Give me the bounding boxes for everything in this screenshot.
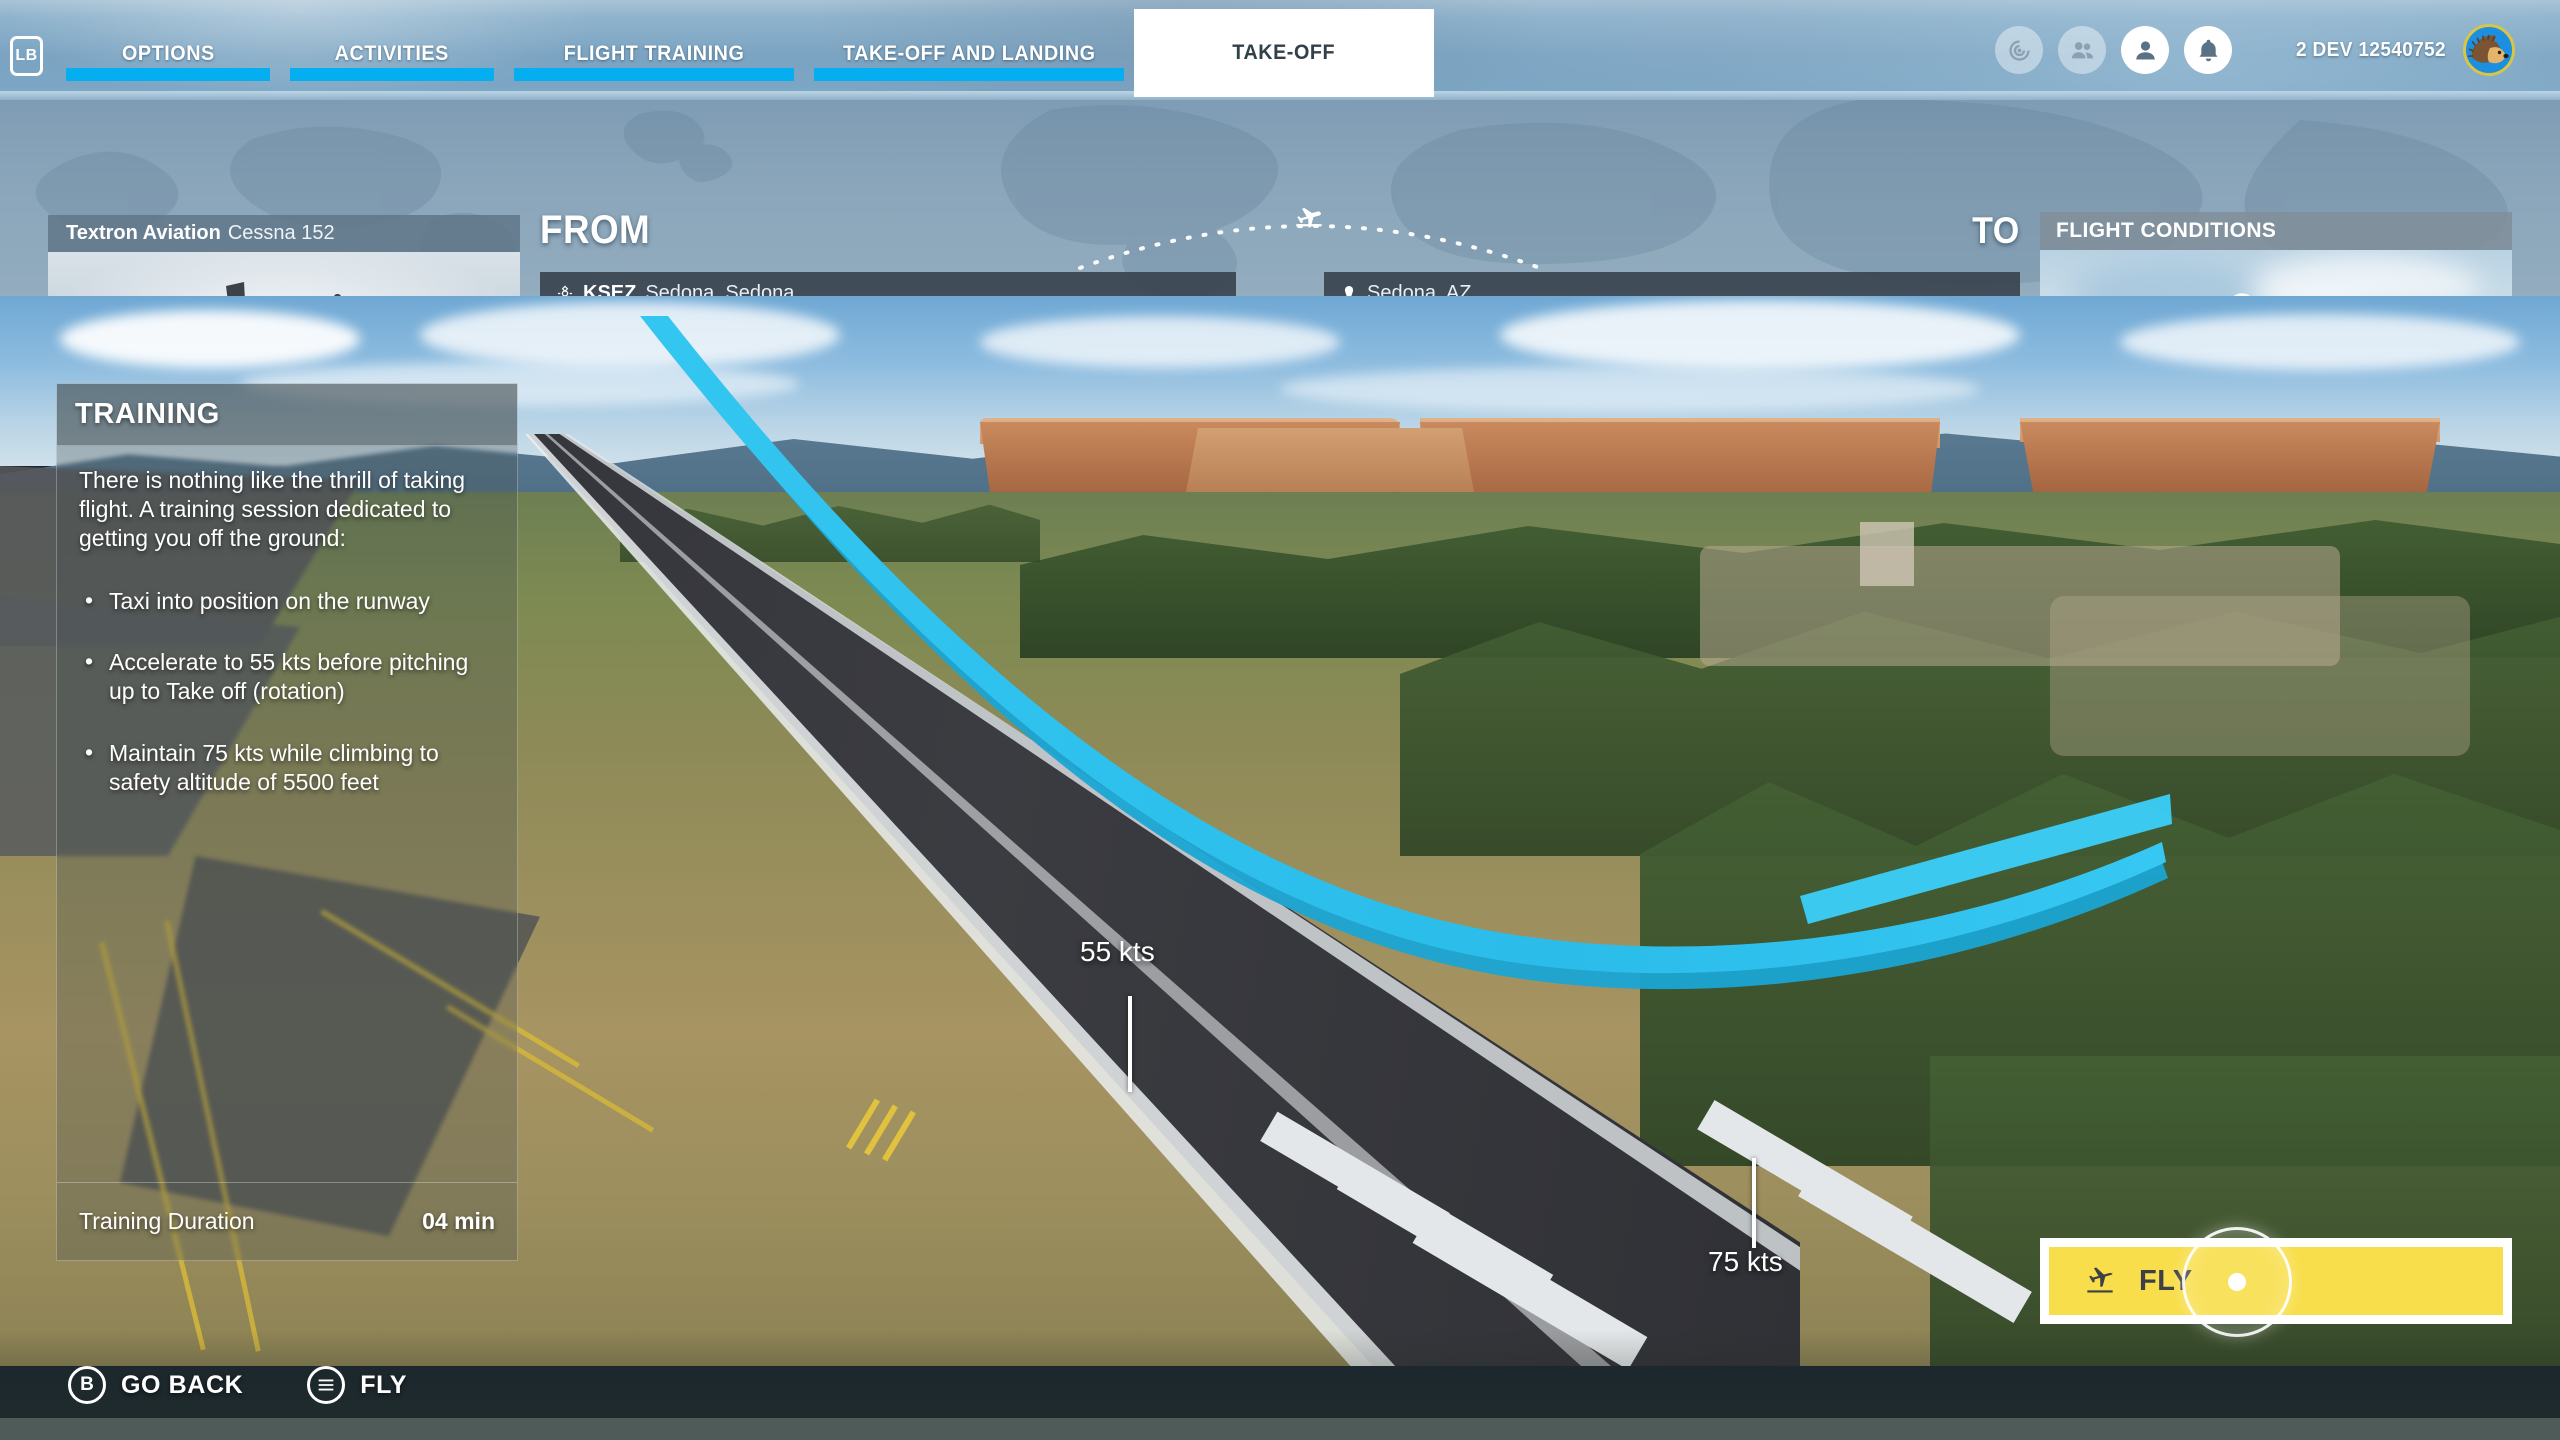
speed-marker-55: 55 kts [1080,936,1155,968]
aircraft-panel[interactable]: Textron Aviation Cessna 152 [48,215,520,296]
clouds-icon [2201,277,2351,296]
aircraft-thumbnail [48,252,520,296]
training-duration-row: Training Duration 04 min [57,1182,517,1260]
tab-activities-label: ACTIVITIES [335,42,449,66]
flight-conditions-title: FLIGHT CONDITIONS [2056,219,2276,243]
cursor-pointer [2182,1227,2292,1337]
arrival-field[interactable]: Sedona, AZ [1324,272,2020,296]
top-navigation-bar: LB OPTIONS ACTIVITIES FLIGHT TRAINING TA… [0,0,2560,100]
fly-shortcut-button[interactable]: FLY [307,1366,407,1404]
from-label: FROM [540,208,650,253]
tab-take-off-label: TAKE-OFF [1233,41,1336,65]
user-id: 2 DEV 12540752 [2296,39,2446,62]
tab-underline [290,68,494,81]
flight-conditions-preview [2040,250,2512,296]
nav-icon-group [1995,26,2232,74]
breadcrumb: OPTIONS ACTIVITIES FLIGHT TRAINING TAKE-… [56,0,1434,100]
hedgehog-avatar[interactable] [2463,24,2515,76]
flight-conditions-panel[interactable]: FLIGHT CONDITIONS [2040,212,2512,296]
speed-marker-75: 75 kts [1708,1246,1783,1278]
list-item: Taxi into position on the runway [79,587,495,616]
flight-conditions-header: FLIGHT CONDITIONS [2040,212,2512,250]
fly-shortcut-label: FLY [360,1371,407,1400]
tab-options-label: OPTIONS [122,42,215,66]
tab-options[interactable]: OPTIONS [56,0,280,100]
aircraft-model: Cessna 152 [228,222,335,245]
bottom-action-bar: B GO BACK FLY [0,1330,2560,1440]
departure-name: Sedona, Sedona [645,282,794,297]
radar-icon[interactable] [1995,26,2043,74]
tab-flight-training[interactable]: FLIGHT TRAINING [504,0,804,100]
tab-take-off[interactable]: TAKE-OFF [1134,9,1434,97]
notifications-bell-icon[interactable] [2184,26,2232,74]
training-title: TRAINING [75,398,220,431]
training-duration-label: Training Duration [79,1208,255,1235]
aircraft-brand: Textron Aviation [66,222,221,245]
list-item: Maintain 75 kts while climbing to safety… [79,739,495,797]
go-back-button[interactable]: B GO BACK [68,1366,243,1404]
profile-icon[interactable] [2121,26,2169,74]
training-intro: There is nothing like the thrill of taki… [79,466,495,553]
tab-underline [514,68,794,81]
map-pin-icon [1340,283,1358,297]
tab-take-off-and-landing-label: TAKE-OFF AND LANDING [843,42,1096,66]
cursor-dot [2228,1273,2246,1291]
training-panel-body: There is nothing like the thrill of taki… [57,446,517,1182]
flight-header-strip: Textron Aviation Cessna 152 [0,100,2560,296]
tab-underline [814,68,1124,81]
menu-icon [307,1366,345,1404]
training-panel: TRAINING There is nothing like the thril… [56,383,518,1261]
training-objectives-list: Taxi into position on the runway Acceler… [79,587,495,797]
departure-field[interactable]: KSEZ Sedona, Sedona [540,272,1236,296]
takeoff-plane-icon [2079,1265,2121,1297]
lb-bumper-icon[interactable]: LB [10,36,43,76]
go-back-label: GO BACK [121,1371,243,1400]
training-duration-value: 04 min [422,1208,495,1235]
departure-code: KSEZ [583,282,636,297]
arrival-name: Sedona, AZ [1367,282,1472,297]
tab-take-off-and-landing[interactable]: TAKE-OFF AND LANDING [804,0,1134,100]
route-panel: FROM TO KSEZ Sedona, Sedona [540,208,2020,296]
to-label: TO [1972,210,2020,252]
training-panel-header: TRAINING [57,384,517,446]
list-item: Accelerate to 55 kts before pitching up … [79,648,495,706]
route-arc-graphic [1060,208,1560,274]
button-b-icon: B [68,1366,106,1404]
aircraft-title: Textron Aviation Cessna 152 [48,215,520,252]
friends-icon[interactable] [2058,26,2106,74]
tab-flight-training-label: FLIGHT TRAINING [564,42,745,66]
tab-underline [66,68,270,81]
airport-icon [556,283,574,297]
flight-simulator-screen: 55 kts 75 kts TRAINING There is nothing … [0,0,2560,1440]
speed-marker-line-55 [1128,996,1132,1092]
speed-marker-line-75 [1752,1158,1756,1248]
tab-activities[interactable]: ACTIVITIES [280,0,504,100]
